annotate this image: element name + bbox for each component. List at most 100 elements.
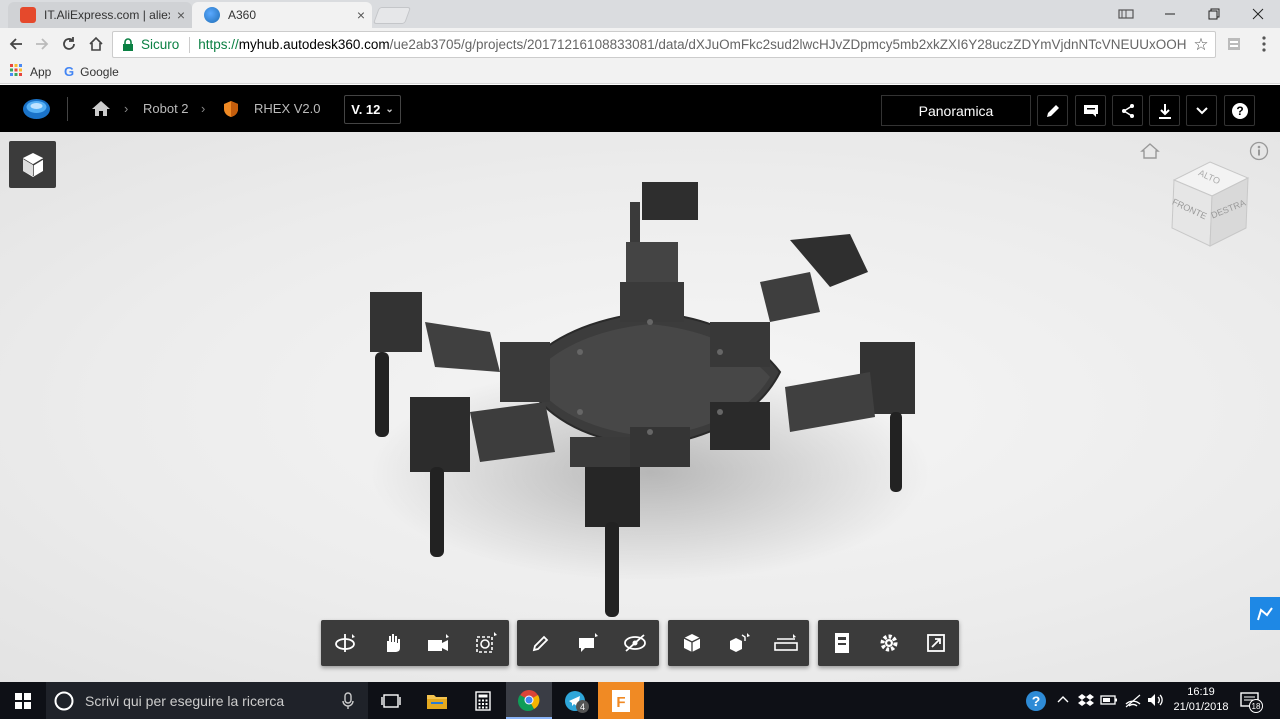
microphone-icon — [342, 691, 354, 709]
feedback-panel-tab[interactable] — [1250, 597, 1280, 630]
dropbox-icon[interactable] — [1078, 693, 1094, 712]
profile-icon[interactable] — [1104, 0, 1148, 28]
google-icon: G — [64, 64, 75, 79]
help-icon[interactable]: ? — [1224, 95, 1255, 126]
comment-icon[interactable] — [1075, 95, 1106, 126]
clock-date: 21/01/2018 — [1173, 701, 1229, 713]
wifi-icon[interactable] — [1124, 692, 1142, 713]
fit-view-icon[interactable] — [462, 620, 509, 666]
taskbar-search-box[interactable]: Scrivi qui per eseguire la ricerca — [46, 682, 368, 719]
chevron-up-icon[interactable] — [1056, 692, 1070, 711]
orbit-icon[interactable] — [321, 620, 368, 666]
pan-icon[interactable] — [368, 620, 415, 666]
apps-grid-icon — [10, 64, 22, 79]
3d-viewer-canvas[interactable]: ALTO FRONTE DESTRA — [0, 132, 1280, 682]
home-icon[interactable] — [91, 100, 111, 122]
chrome-taskbar-icon[interactable] — [506, 682, 552, 719]
browser-toolbar: Sicuro https://myhub.autodesk360.com/ue2… — [0, 28, 1280, 60]
feedback-icon — [1257, 606, 1273, 620]
url-text: https://myhub.autodesk360.com/ue2ab3705/… — [198, 37, 1187, 52]
chevron-right-icon: › — [201, 101, 206, 116]
bookmark-apps[interactable]: App — [10, 64, 51, 79]
a360-favicon-icon — [204, 7, 220, 23]
chevron-down-icon[interactable] — [1186, 95, 1217, 126]
hide-icon[interactable] — [611, 620, 658, 666]
version-select[interactable]: V. 12 ⌄ — [344, 95, 401, 124]
view-home-icon[interactable] — [1140, 142, 1160, 165]
camera-icon[interactable] — [415, 620, 462, 666]
model-browser-button[interactable] — [9, 141, 56, 188]
explode-icon[interactable] — [715, 620, 762, 666]
svg-text:F: F — [616, 694, 625, 711]
tab-title: A360 — [228, 8, 257, 22]
lock-icon — [121, 37, 135, 52]
edit-pencil-icon[interactable] — [1037, 95, 1068, 126]
settings-tools-group — [818, 620, 959, 666]
volume-icon[interactable] — [1146, 692, 1164, 713]
markup-tools-group — [517, 620, 659, 666]
comment-icon[interactable] — [564, 620, 611, 666]
fullscreen-icon[interactable] — [912, 620, 959, 666]
a360-logo-icon[interactable] — [22, 97, 51, 121]
back-arrow-icon[interactable] — [4, 32, 28, 56]
model-icon[interactable] — [668, 620, 715, 666]
task-view-icon[interactable] — [368, 682, 414, 719]
measure-icon[interactable] — [762, 620, 809, 666]
telegram-taskbar-icon[interactable]: 4 — [552, 682, 598, 719]
fusion360-taskbar-icon[interactable]: F — [598, 682, 644, 719]
minimize-icon[interactable] — [1148, 0, 1192, 28]
a360-header: › Robot 2 › RHEX V2.0 V. 12 ⌄ Panoramica… — [0, 85, 1280, 132]
tab-title: IT.AliExpress.com | aliexp — [44, 8, 170, 22]
secure-label: Sicuro — [141, 37, 180, 52]
model-cube-icon — [22, 152, 43, 177]
menu-kebab-icon[interactable] — [1252, 32, 1276, 56]
clock[interactable]: 16:19 21/01/2018 — [1168, 685, 1234, 715]
extension-icon[interactable] — [1222, 32, 1246, 56]
svg-text:?: ? — [1236, 104, 1243, 118]
aliexpress-favicon-icon — [20, 7, 36, 23]
divider — [67, 97, 68, 121]
help-tray-icon[interactable]: ? — [1025, 690, 1047, 717]
url-protocol: https:// — [198, 37, 239, 52]
close-tab-icon[interactable]: × — [350, 7, 372, 23]
reload-icon[interactable] — [57, 32, 81, 56]
hexapod-robot-model[interactable] — [330, 172, 950, 622]
breadcrumb-design[interactable]: RHEX V2.0 — [254, 101, 320, 116]
battery-icon[interactable] — [1100, 693, 1118, 712]
close-window-icon[interactable] — [1236, 0, 1280, 28]
view-mode-button[interactable]: Panoramica — [881, 95, 1031, 126]
browser-tab-strip: IT.AliExpress.com | aliexp × A360 × — [0, 0, 1280, 28]
bookmark-google[interactable]: G Google — [64, 64, 119, 79]
close-tab-icon[interactable]: × — [170, 7, 192, 23]
file-explorer-icon[interactable] — [414, 682, 460, 719]
model-browser-icon[interactable] — [818, 620, 865, 666]
breadcrumb-project[interactable]: Robot 2 — [143, 101, 189, 116]
url-host: myhub.autodesk360.com — [238, 37, 390, 52]
info-icon[interactable] — [1249, 141, 1269, 166]
divider — [189, 36, 191, 53]
search-placeholder: Scrivi qui per eseguire la ricerca — [85, 692, 285, 709]
svg-text:?: ? — [1032, 693, 1041, 709]
share-icon[interactable] — [1112, 95, 1143, 126]
chevron-down-icon: ⌄ — [385, 104, 394, 115]
markup-pencil-icon[interactable] — [517, 620, 564, 666]
new-tab-button[interactable] — [372, 7, 412, 24]
design-shield-icon — [223, 100, 239, 123]
settings-icon[interactable] — [865, 620, 912, 666]
home-icon[interactable] — [84, 32, 108, 56]
chevron-right-icon: › — [124, 101, 129, 116]
download-icon[interactable] — [1149, 95, 1180, 126]
tab-aliexpress[interactable]: IT.AliExpress.com | aliexp × — [8, 2, 192, 28]
telegram-unread-badge: 4 — [576, 700, 589, 713]
address-bar[interactable]: Sicuro https://myhub.autodesk360.com/ue2… — [112, 31, 1216, 58]
bookmark-label: Google — [80, 64, 119, 79]
tab-a360[interactable]: A360 × — [192, 2, 372, 28]
action-center-icon[interactable]: 18 — [1240, 691, 1263, 716]
clock-time: 16:19 — [1187, 686, 1215, 698]
bookmark-star-icon[interactable]: ☆ — [1187, 35, 1215, 55]
windows-start-icon[interactable] — [0, 682, 46, 719]
calculator-icon[interactable] — [460, 682, 506, 719]
viewcube[interactable]: ALTO FRONTE DESTRA — [1168, 158, 1252, 250]
forward-arrow-icon[interactable] — [30, 32, 54, 56]
restore-icon[interactable] — [1192, 0, 1236, 28]
